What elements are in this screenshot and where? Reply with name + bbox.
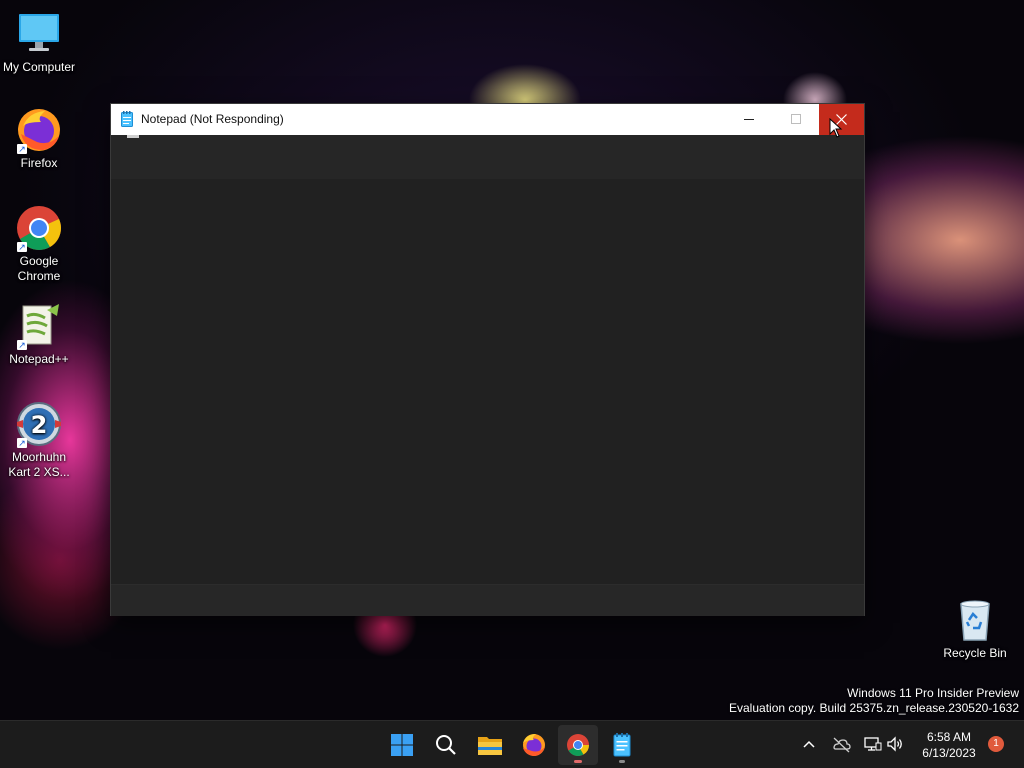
firefox-taskbar-button[interactable] [514, 725, 554, 765]
chrome-icon: ↗ [15, 204, 63, 252]
desktop-icon-notepadpp[interactable]: ↗ Notepad++ [0, 302, 78, 367]
start-button[interactable] [382, 725, 422, 765]
clock-date: 6/13/2023 [922, 746, 976, 760]
desktop-icon-firefox[interactable]: ↗ Firefox [0, 106, 78, 171]
clock-time: 6:58 AM [926, 730, 972, 744]
windows-watermark: Windows 11 Pro Insider Preview Evaluatio… [729, 686, 1019, 716]
mouse-cursor-icon [829, 117, 843, 138]
moorhuhn-icon: 2 ↗ [15, 400, 63, 448]
taskbar: 6:58 AM 6/13/2023 [0, 720, 1024, 768]
windows-start-icon [391, 734, 413, 756]
window-titlebar[interactable]: Notepad (Not Responding) [111, 104, 864, 135]
shortcut-arrow-icon: ↗ [17, 242, 27, 252]
chrome-icon [567, 734, 589, 756]
watermark-line-1: Windows 11 Pro Insider Preview [847, 686, 1019, 700]
network-tray-button[interactable] [861, 733, 883, 755]
notification-badge[interactable]: 1 [988, 736, 1004, 752]
file-explorer-icon [478, 737, 502, 755]
maximize-button[interactable] [773, 104, 818, 135]
volume-tray-button[interactable] [884, 733, 906, 755]
running-app-indicator [619, 760, 625, 763]
desktop-icon-recycle-bin[interactable]: Recycle Bin [936, 596, 1014, 661]
search-button[interactable] [426, 725, 466, 765]
active-app-indicator [574, 760, 582, 763]
minimize-icon [744, 119, 754, 120]
notepadpp-icon: ↗ [15, 302, 63, 350]
desktop-icon-chrome[interactable]: ↗ Google Chrome [0, 204, 78, 284]
onedrive-tray-button[interactable] [830, 733, 852, 755]
shortcut-arrow-icon: ↗ [17, 340, 27, 350]
status-bar [111, 584, 864, 616]
desktop-icon-label: Firefox [20, 156, 58, 170]
watermark-line-2: Evaluation copy. Build 25375.zn_release.… [729, 701, 1019, 715]
computer-icon [15, 10, 63, 58]
network-icon [864, 737, 882, 751]
search-icon [436, 735, 456, 755]
recycle-bin-icon [951, 596, 999, 644]
desktop-icon-label: Google Chrome [17, 254, 61, 283]
menu-bar [111, 135, 864, 179]
firefox-icon [523, 734, 545, 756]
text-editor-area[interactable] [111, 179, 864, 584]
volume-icon [887, 736, 902, 752]
minimize-button[interactable] [727, 104, 772, 135]
shortcut-arrow-icon: ↗ [17, 438, 27, 448]
show-hidden-icons-button[interactable] [798, 733, 820, 755]
desktop-icon-label: Notepad++ [9, 352, 69, 366]
menu-stub [127, 135, 139, 138]
onedrive-offline-icon [833, 737, 851, 753]
chrome-taskbar-button[interactable] [558, 725, 598, 765]
notepad-icon [121, 111, 133, 127]
svg-text:2: 2 [31, 411, 48, 439]
notepad-window[interactable]: Notepad (Not Responding) [111, 104, 864, 616]
desktop-icon-label: Recycle Bin [943, 646, 1007, 660]
firefox-icon: ↗ [15, 106, 63, 154]
desktop-icon-label: My Computer [2, 60, 76, 74]
window-title: Notepad (Not Responding) [141, 112, 284, 126]
shortcut-arrow-icon: ↗ [17, 144, 27, 154]
clock-button[interactable]: 6:58 AM 6/13/2023 [914, 729, 984, 761]
file-explorer-button[interactable] [470, 725, 510, 765]
desktop-icon-moorhuhn-kart[interactable]: 2 ↗ Moorhuhn Kart 2 XS... [0, 400, 78, 480]
notepad-icon [613, 733, 631, 757]
notepad-taskbar-button[interactable] [602, 725, 642, 765]
desktop-icon-my-computer[interactable]: My Computer [0, 10, 78, 75]
maximize-icon [791, 114, 801, 124]
chevron-up-icon [803, 740, 815, 748]
desktop-icon-label: Moorhuhn Kart 2 XS... [8, 450, 70, 479]
